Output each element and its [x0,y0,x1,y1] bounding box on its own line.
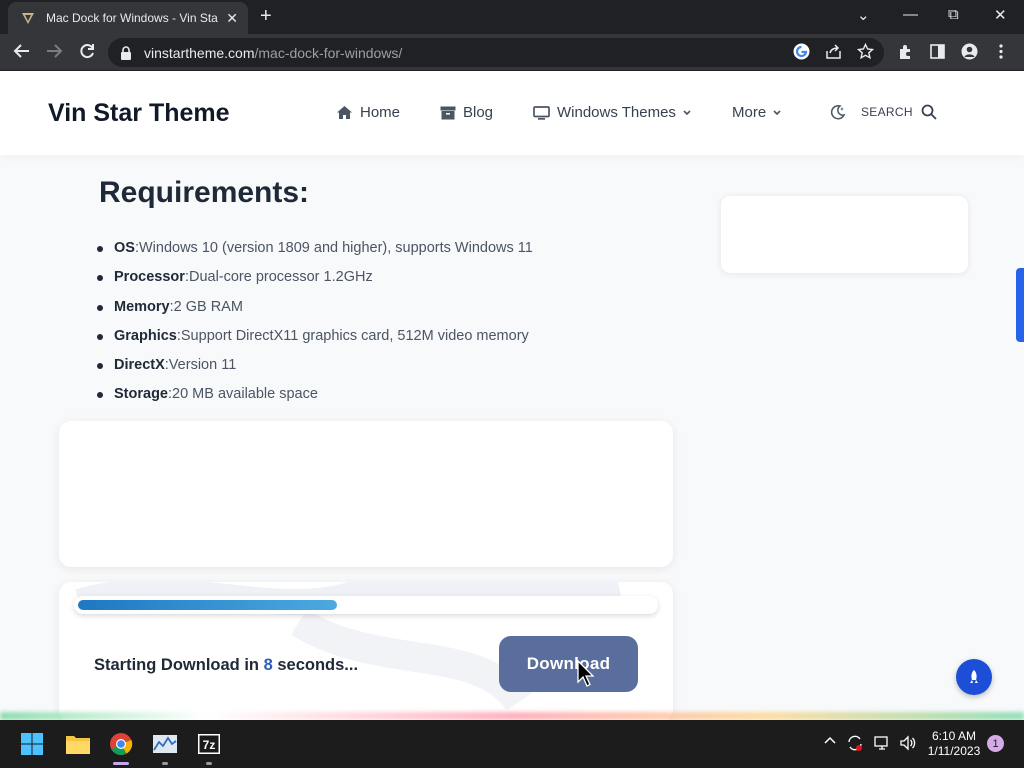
nav-home-label: Home [360,104,401,121]
list-item: Storage:20 MB available space [96,384,533,413]
countdown-seconds: 8 [263,656,273,674]
lock-icon[interactable] [120,45,134,60]
download-countdown-text: Starting Download in 8 seconds... [94,656,359,674]
profile-icon[interactable] [961,43,978,65]
forward-arrow-icon[interactable] [45,42,63,64]
tab-close-icon[interactable]: ✕ [226,10,238,27]
restore-button[interactable]: ⧉ [948,6,959,23]
list-item: DirectX:Version 11 [96,355,533,384]
menu-kebab-icon[interactable] [998,43,1004,65]
network-icon[interactable] [873,734,891,755]
download-card: Starting Download in 8 seconds... Downlo… [59,582,673,722]
minimize-button[interactable]: — [903,6,918,23]
mouse-cursor-icon [577,660,595,687]
home-icon [337,106,352,119]
download-progress-bar [74,596,658,614]
browser-titlebar: Mac Dock for Windows - Vin Star ✕ + ⌄ — … [0,0,1024,34]
clock-date: 1/11/2023 [927,744,981,758]
taskbar-indicator [206,762,212,765]
requirements-list: OS:Windows 10 (version 1809 and higher),… [96,238,533,414]
browser-toolbar: vinstartheme.com/mac-dock-for-windows/ [0,34,1024,71]
scroll-to-top-button[interactable] [956,659,992,695]
chrome-active-indicator [113,762,129,765]
search-label: SEARCH [861,105,913,119]
windows-taskbar: 7z 6:10 AM 1/11/2023 [0,720,1024,768]
archive-icon [440,106,456,119]
list-item: OS:Windows 10 (version 1809 and higher),… [96,238,533,267]
page-scrollbar-thumb[interactable] [1016,268,1024,342]
nav-more[interactable]: More [732,104,782,121]
nav-blog[interactable]: Blog [440,104,493,121]
dark-mode-toggle[interactable] [829,104,853,121]
reload-icon[interactable] [78,42,96,64]
nav-windows-themes-label: Windows Themes [557,104,676,121]
nav-more-label: More [732,104,767,121]
ad-container [59,421,673,567]
extensions-icon[interactable] [897,43,914,65]
chevron-down-icon [773,109,781,115]
file-explorer-icon[interactable] [65,732,90,756]
requirements-title: Requirements: [99,176,310,209]
chevron-down-icon [683,109,691,115]
list-item: Processor:Dual-core processor 1.2GHz [96,267,533,296]
tab-title: Mac Dock for Windows - Vin Star [46,11,218,25]
browser-tab[interactable]: Mac Dock for Windows - Vin Star ✕ [8,2,248,34]
nav-home[interactable]: Home [336,104,400,121]
nav-blog-label: Blog [463,104,494,121]
site-brand[interactable]: Vin Star Theme [48,99,230,128]
progress-fill [78,600,338,610]
tab-search-icon[interactable]: ⌄ [857,6,870,24]
new-tab-button[interactable]: + [260,6,272,26]
chevron-up-icon[interactable] [823,734,837,751]
windows-start-icon[interactable] [20,732,44,756]
url-text: vinstartheme.com/mac-dock-for-windows/ [144,44,403,61]
back-arrow-icon[interactable] [13,42,31,64]
monitor-icon [533,105,550,120]
google-icon[interactable] [793,43,810,65]
list-item: Graphics:Support DirectX11 graphics card… [96,326,533,355]
share-icon[interactable] [825,43,842,65]
close-window-button[interactable]: ✕ [994,6,1007,24]
sync-icon[interactable] [846,734,864,755]
bookmark-star-icon[interactable] [856,42,875,65]
site-favicon-icon [20,10,36,26]
svg-text:7z: 7z [203,738,216,752]
sidebar-widget [720,195,969,274]
search-button[interactable]: SEARCH [861,104,937,120]
taskbar-indicator [162,762,168,765]
moon-icon [830,104,846,120]
address-bar[interactable]: vinstartheme.com/mac-dock-for-windows/ [108,38,884,67]
rocket-icon [970,670,978,683]
nav-windows-themes[interactable]: Windows Themes [533,104,692,121]
taskbar-clock[interactable]: 6:10 AM 1/11/2023 [924,729,984,759]
7zip-icon[interactable]: 7z [197,732,221,756]
search-icon [921,104,937,120]
resource-monitor-icon[interactable] [152,732,177,756]
side-panel-icon[interactable] [929,43,946,65]
notification-badge[interactable]: 1 [987,735,1004,752]
chrome-icon[interactable] [109,732,133,756]
site-header: Vin Star Theme Home Blog Windows Themes … [0,71,1024,155]
download-button[interactable]: Download [499,636,638,692]
list-item: Memory:2 GB RAM [96,297,533,326]
volume-icon[interactable] [899,734,917,755]
dock-glow-strip [0,712,1024,720]
clock-time: 6:10 AM [931,729,977,743]
